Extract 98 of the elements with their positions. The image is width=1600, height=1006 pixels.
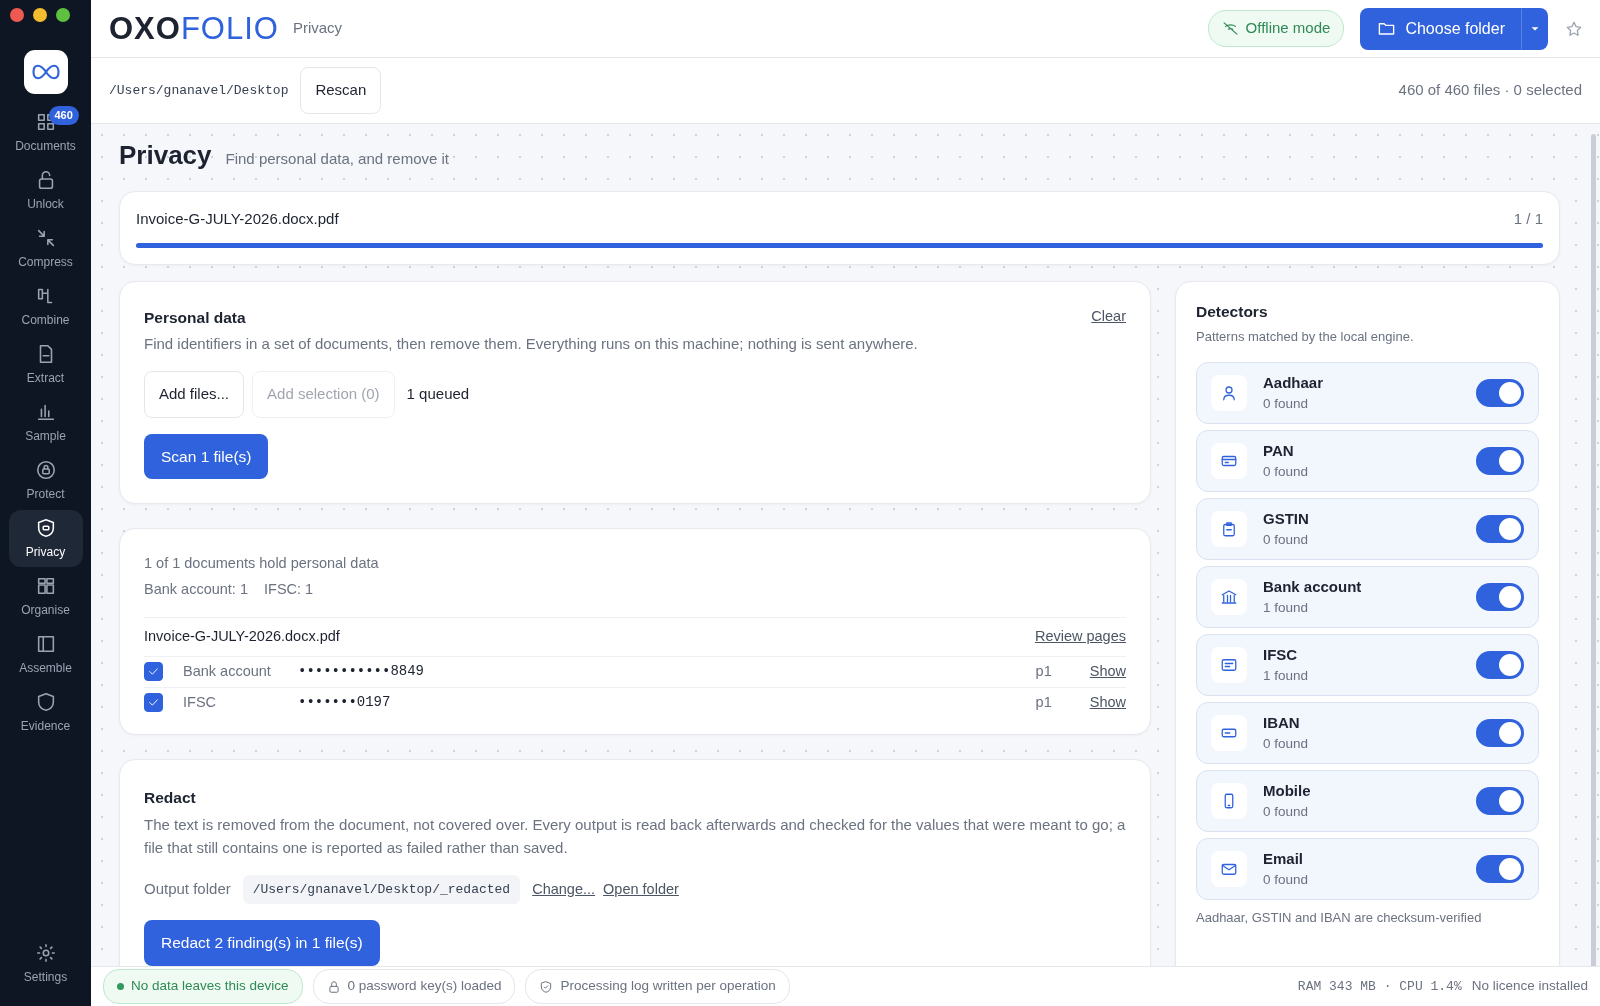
found-count: 1 found [1263,599,1310,618]
sidebar-item[interactable]: Sample [8,394,83,451]
section-description: The text is removed from the document, not covered over. Every output is read back afterwards and checked for the values that were meant to go; a file that still contains one is reported as failed rather than saved. [144,814,1126,858]
bank-icon [1220,588,1238,607]
section-title: Privacy [292,18,343,39]
panel-subtitle: Patterns matched by the local engine. [1196,327,1415,346]
licence-status: No licence installed [1471,977,1588,996]
show-link[interactable]: Show [1089,691,1126,714]
masked-value: •••••••••••8849 [298,662,425,681]
detector-name: PAN [1263,440,1295,461]
toggle-switch[interactable] [1476,719,1524,748]
key-status: 0 password key(s) loaded [312,969,516,1004]
file-count: 460 of 460 files · 0 selected [1398,80,1582,101]
found-count: 0 found [1263,735,1309,754]
folder-path: /Users/gnanavel/Desktop [109,81,289,100]
checkbox[interactable] [144,662,163,681]
clipboard-icon [1220,520,1238,539]
section-heading: Redact [144,787,197,808]
shield-check-icon [539,979,554,994]
file-name: Invoice-G-JULY-2026.docx.pdf [144,626,340,646]
check-icon [147,696,160,709]
page-number: p1 [1035,692,1052,712]
output-path: /Users/gnanavel/Desktop/_redacted [242,874,521,905]
found-count: 1 found [1263,667,1309,686]
toggle-switch[interactable] [1476,855,1524,884]
change-link[interactable]: Change... [532,878,596,901]
found-count: 0 found [1263,871,1309,890]
page-subtitle: Find personal data, and remove it [225,149,449,169]
lock-icon [326,979,341,994]
section-description: Find identifiers in a set of documents, then remove them. Everything runs on this machine; nothing is sent anywhere. [144,333,919,354]
toggle-switch[interactable] [1476,651,1524,680]
finding-type: Bank account [183,661,272,681]
sidebar-item[interactable]: Compress [8,220,83,277]
scan-button[interactable]: Scan 1 file(s) [144,433,269,479]
results-summary: 1 of 1 documents hold personal data [144,554,380,573]
panel-title: Detectors [1196,301,1269,322]
toggle-switch[interactable] [1476,515,1524,544]
sidebar-item[interactable]: Documents 460 [8,104,83,161]
resource-usage: RAM 343 MB · CPU 1.4% [1297,977,1462,996]
show-link[interactable]: Show [1089,660,1126,683]
log-status: Processing log written per operation [525,969,790,1004]
rescan-button[interactable]: Rescan [300,67,382,114]
found-count: 0 found [1263,531,1309,550]
close-light[interactable] [10,8,24,22]
brand-logo: OXOFOLIO [109,13,279,44]
finding-type: IFSC [183,692,218,712]
section-heading: Personal data [144,307,246,328]
detector-name: Email [1263,848,1305,869]
review-pages-link[interactable]: Review pages [1034,625,1126,648]
sidebar-item[interactable]: Combine [8,278,83,335]
masked-value: •••••••0197 [298,693,391,712]
check-icon [147,665,160,678]
finding-count: IFSC: 1 [264,579,314,599]
minimize-light[interactable] [33,8,47,22]
sun-gear-icon [34,942,57,964]
lock-shield-icon [34,459,57,481]
progress-count: 1 / 1 [1513,209,1543,229]
sidebar-item[interactable]: Extract [8,336,83,393]
detector-name: IFSC [1263,644,1299,665]
file-name: Invoice-G-JULY-2026.docx.pdf [136,209,339,229]
checksum-note: Aadhaar, GSTIN and IBAN are checksum-verified [1196,909,1483,928]
toggle-switch[interactable] [1476,447,1524,476]
toggle-switch[interactable] [1476,379,1524,408]
add-files-button[interactable]: Add files... [144,371,245,418]
scrollbar[interactable] [1591,134,1596,966]
person-icon [1220,384,1238,403]
offline-badge: Offline mode [1207,10,1345,47]
sidebar-item[interactable]: Settings [8,935,83,992]
output-label: Output folder [144,879,231,900]
sidebar-item[interactable]: Evidence [8,684,83,741]
sidebar-item[interactable]: Protect [8,452,83,509]
finding-count: Bank account: 1 [144,579,248,599]
toggle-switch[interactable] [1476,583,1524,612]
sidebar-item[interactable]: Organise [8,568,83,625]
sidebar-item[interactable]: Unlock [8,162,83,219]
open-folder-link[interactable]: Open folder [603,878,679,901]
toggle-switch[interactable] [1476,787,1524,816]
clear-link[interactable]: Clear [1091,305,1126,329]
count-badge: 460 [48,106,79,125]
detector-name: Mobile [1263,780,1311,801]
found-count: 0 found [1263,803,1310,822]
page-title: Privacy [119,139,212,172]
star-icon [1565,20,1583,39]
no-signal-icon [1221,20,1239,37]
detector-name: Bank account [1263,576,1362,597]
queue-count: 1 queued [406,384,470,405]
detector-name: GSTIN [1263,508,1309,529]
zoom-light[interactable] [56,8,70,22]
detector-name: Aadhaar [1263,372,1324,393]
detector-name: IBAN [1263,712,1301,733]
redact-button[interactable]: Redact 2 finding(s) in 1 file(s) [144,920,380,966]
sidebar-item[interactable]: Privacy [8,510,83,567]
page-number: p1 [1035,661,1052,681]
privacy-status: No data leaves this device [103,969,303,1004]
checkbox[interactable] [144,693,163,712]
found-count: 0 found [1263,463,1309,482]
sidebar-item[interactable]: Assemble [8,626,83,683]
found-count: 0 found [1263,395,1310,414]
